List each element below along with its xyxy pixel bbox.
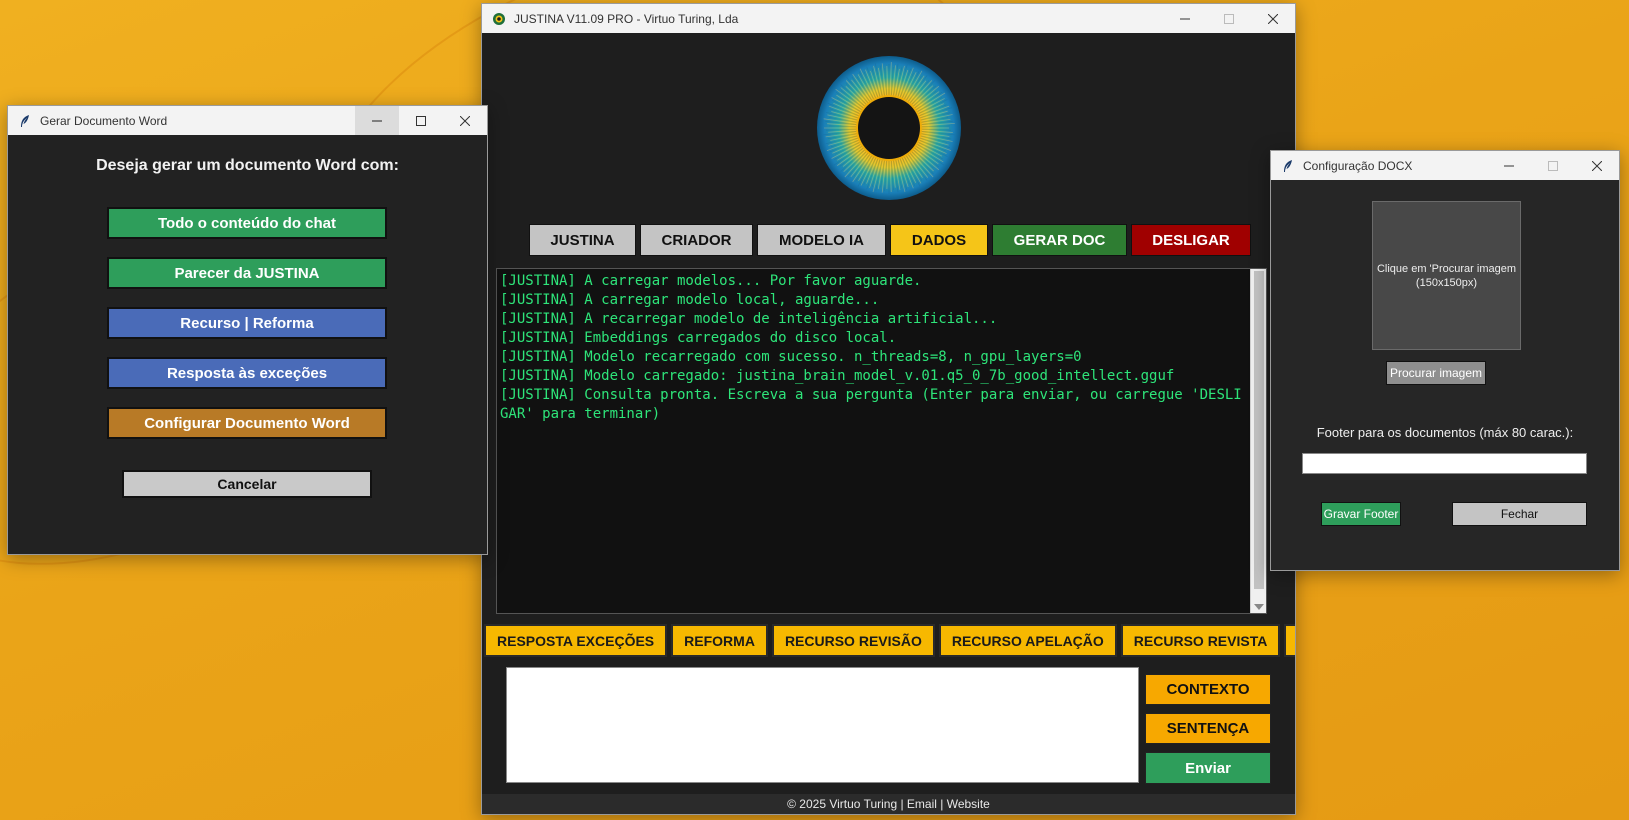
all-chat-content-button[interactable]: Todo o conteúdo do chat <box>107 207 387 239</box>
chat-console[interactable]: [JUSTINA] A carregar modelos... Por favo… <box>496 268 1267 614</box>
sentenca-button[interactable]: SENTENÇA <box>1145 713 1271 744</box>
console-line: [JUSTINA] A carregar modelo local, aguar… <box>500 292 880 308</box>
image-preview-placeholder[interactable]: Clique em 'Procurar imagem (150x150px) <box>1372 201 1521 350</box>
console-scrollbar[interactable] <box>1250 269 1266 613</box>
main-titlebar[interactable]: JUSTINA V11.09 PRO - Virtuo Turing, Lda <box>482 4 1295 33</box>
console-line: [JUSTINA] A carregar modelos... Por favo… <box>500 273 922 289</box>
browse-image-button[interactable]: Procurar imagem <box>1386 361 1486 385</box>
minimize-button[interactable] <box>355 106 399 135</box>
minimize-button[interactable] <box>1487 151 1531 180</box>
quick-action-bar: RESPOSTA EXCEÇÕES REFORMA RECURSO REVISÃO R… <box>484 624 1295 657</box>
contexto-button[interactable]: CONTEXTO <box>1145 674 1271 705</box>
maximize-button[interactable] <box>1531 151 1575 180</box>
top-button-gerar-doc[interactable]: GERAR DOC <box>992 224 1127 256</box>
maximize-button[interactable] <box>1207 4 1251 33</box>
console-output: [JUSTINA] A carregar modelos... Por favo… <box>500 272 1248 424</box>
console-line: [JUSTINA] Modelo recarregado com sucesso… <box>500 349 1082 365</box>
top-button-criador[interactable]: CRIADOR <box>640 224 753 256</box>
justina-opinion-button[interactable]: Parecer da JUSTINA <box>107 257 387 289</box>
console-line: [JUSTINA] Modelo carregado: justina_brai… <box>500 368 1175 384</box>
save-footer-button[interactable]: Gravar Footer <box>1321 502 1401 526</box>
justina-main-window: JUSTINA V11.09 PRO - Virtuo Turing, Lda <box>481 3 1296 815</box>
word-dialog-titlebar[interactable]: Gerar Documento Word <box>8 106 487 135</box>
top-button-dados[interactable]: DADOS <box>890 224 988 256</box>
justina-eye-logo <box>816 55 962 201</box>
close-button[interactable] <box>1575 151 1619 180</box>
word-export-dialog: Gerar Documento Word Deseja gerar um doc… <box>7 105 488 555</box>
close-button[interactable] <box>443 106 487 135</box>
feather-icon <box>1281 159 1295 173</box>
recurso-reforma-button[interactable]: Recurso | Reforma <box>107 307 387 339</box>
image-size-hint: (150x150px) <box>1415 276 1478 289</box>
config-dialog-title: Configuração DOCX <box>1303 158 1413 173</box>
top-button-bar: JUSTINA CRIADOR MODELO IA DADOS GERAR DOC DES… <box>529 224 1251 256</box>
console-line: [JUSTINA] A recarregar modelo de intelig… <box>500 311 998 327</box>
minimize-button[interactable] <box>1163 4 1207 33</box>
footer-input[interactable] <box>1302 453 1587 474</box>
scrollbar-thumb[interactable] <box>1254 271 1264 589</box>
cancel-button[interactable]: Cancelar <box>122 470 372 498</box>
close-button[interactable] <box>1251 4 1295 33</box>
quick-button-recurso-revisao[interactable]: RECURSO REVISÃO <box>771 624 935 657</box>
word-dialog-title: Gerar Documento Word <box>40 113 168 128</box>
image-placeholder-text: Clique em 'Procurar imagem <box>1376 262 1517 275</box>
message-input[interactable] <box>506 667 1139 783</box>
maximize-button[interactable] <box>399 106 443 135</box>
footer-links[interactable]: © 2025 Virtuo Turing | Email | Website <box>482 794 1295 814</box>
top-button-modelo-ia[interactable]: MODELO IA <box>757 224 886 256</box>
quick-button-reforma[interactable]: REFORMA <box>671 624 768 657</box>
quick-button-resposta-excecoes[interactable]: RESPOSTA EXCEÇÕES <box>484 624 668 657</box>
feather-icon <box>18 114 32 128</box>
quick-button-ma-fe[interactable]: MÁ-FÉ <box>1284 624 1295 657</box>
main-content: JUSTINA CRIADOR MODELO IA DADOS GERAR DOC DES… <box>482 33 1295 814</box>
config-dialog-titlebar[interactable]: Configuração DOCX <box>1271 151 1619 180</box>
exceptions-response-button[interactable]: Resposta às exceções <box>107 357 387 389</box>
quick-button-recurso-apelacao[interactable]: RECURSO APELAÇÃO <box>938 624 1117 657</box>
scroll-down-arrow-icon[interactable] <box>1254 604 1264 610</box>
configure-word-button[interactable]: Configurar Documento Word <box>107 407 387 439</box>
justina-app-icon <box>492 12 506 26</box>
top-button-desligar[interactable]: DESLIGAR <box>1131 224 1251 256</box>
quick-button-recurso-revista[interactable]: RECURSO REVISTA <box>1120 624 1281 657</box>
top-button-justina[interactable]: JUSTINA <box>529 224 636 256</box>
word-dialog-heading: Deseja gerar um documento Word com: <box>96 157 399 174</box>
enviar-button[interactable]: Enviar <box>1145 752 1271 784</box>
main-window-title: JUSTINA V11.09 PRO - Virtuo Turing, Lda <box>514 11 739 26</box>
close-config-button[interactable]: Fechar <box>1452 502 1587 526</box>
console-line: [JUSTINA] Consulta pronta. Escreva a sua… <box>500 387 1242 422</box>
footer-field-label: Footer para os documentos (máx 80 carac.… <box>1316 425 1574 440</box>
docx-config-dialog: Configuração DOCX Clique em 'Procurar im… <box>1270 150 1620 571</box>
config-dialog-content: Clique em 'Procurar imagem (150x150px) P… <box>1271 180 1619 570</box>
console-line: [JUSTINA] Embeddings carregados do disco… <box>500 330 897 346</box>
word-dialog-content: Deseja gerar um documento Word com: Canc… <box>8 135 487 554</box>
